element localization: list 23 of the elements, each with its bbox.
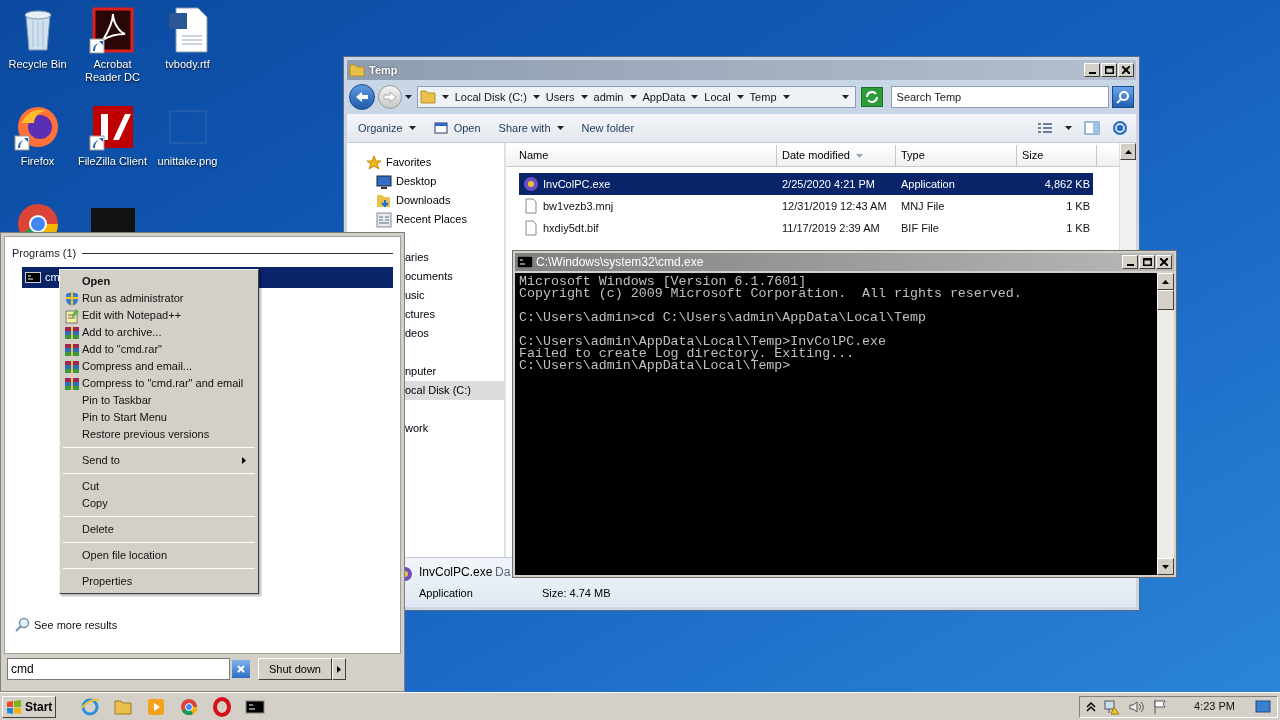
file-type: Application: [419, 586, 474, 602]
table-cell-text: 1 KB: [1065, 220, 1091, 236]
file-size: Size: 4.74 MB: [541, 586, 611, 602]
console-line: Microsoft Windows [Version 6.1.7601]: [519, 276, 807, 288]
table-cell-text: 4,862 KB: [1043, 176, 1091, 192]
table-cell-text: MNJ File: [900, 198, 946, 214]
table-cell-text: BIF File: [900, 220, 940, 236]
table-cell-text: 2/25/2020 4:21 PM: [781, 176, 876, 192]
console-line: C:\Users\admin\AppData\Local\Temp>: [519, 360, 791, 372]
table-cell-text: 12/31/2019 12:43 AM: [781, 198, 888, 214]
detail-label: Da: [495, 564, 512, 582]
console-line: C:\Users\admin>cd C:\Users\admin\AppData\Local\Temp: [519, 312, 927, 324]
console-line: Failed to create Log directory. Exiting...: [519, 348, 855, 360]
console-line: C:\Users\admin\AppData\Local\Temp>InvColPC.exe: [519, 336, 888, 348]
console-line: Copyright (c) 2009 Microsoft Corporation. All rights reserved.: [519, 288, 1023, 300]
window-title: Temp: [369, 62, 398, 78]
file-name: InvColPC.exe: [419, 564, 494, 582]
table-cell-text: Application: [900, 176, 956, 192]
table-cell-text: 1 KB: [1065, 198, 1091, 214]
clock: 4:23 PM: [1194, 699, 1235, 715]
table-cell-text: 11/17/2019 2:39 AM: [781, 220, 881, 236]
window-title: C:\Windows\system32\cmd.exe: [536, 254, 704, 271]
section-heading: Programs (1): [12, 246, 77, 261]
